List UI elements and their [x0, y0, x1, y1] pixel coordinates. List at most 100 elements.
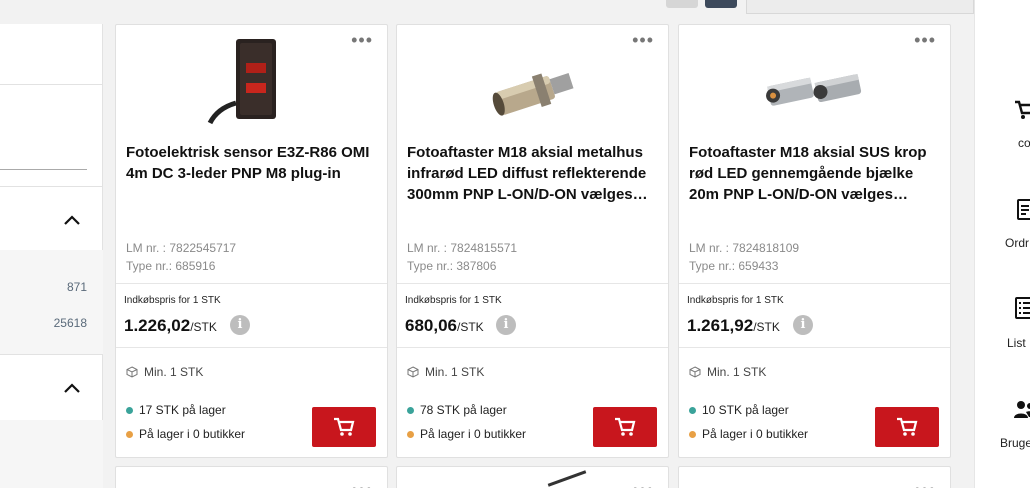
sort-select[interactable] [746, 0, 974, 14]
box-icon [689, 366, 701, 378]
price-unit: /STK [753, 320, 780, 334]
min-order-label: Min. 1 STK [707, 365, 767, 379]
filter-divider [0, 186, 103, 187]
nav-label: co [1018, 136, 1030, 150]
cart-icon [615, 417, 636, 436]
store-dot-icon [689, 430, 696, 438]
type-number: Type nr.: 387806 [407, 259, 497, 273]
filter-options-list [0, 420, 103, 488]
more-options-icon[interactable]: ••• [632, 31, 654, 49]
stock-dot-icon [689, 406, 696, 414]
list-icon [1015, 297, 1030, 319]
filter-divider [0, 354, 103, 355]
product-title[interactable]: Fotoaftaster M18 aksial metalhus infrarø… [407, 142, 662, 205]
min-order-label: Min. 1 STK [144, 365, 204, 379]
price-value: 1.261,92 [687, 316, 754, 335]
product-title[interactable]: Fotoaftaster M18 aksial SUS krop rød LED… [689, 142, 944, 205]
stock-label: 10 STK på lager [702, 403, 789, 417]
lm-number: LM nr. : 7824818109 [689, 241, 800, 255]
stock-dot-icon [407, 406, 414, 414]
type-number: Type nr.: 659433 [689, 259, 779, 273]
users-icon [1014, 401, 1030, 418]
box-icon [407, 366, 419, 378]
cart-icon [897, 417, 918, 436]
min-order-label: Min. 1 STK [425, 365, 485, 379]
product-card[interactable]: ••• [115, 466, 388, 488]
cart-icon [334, 417, 355, 436]
nav-item-lists[interactable]: List [975, 294, 1030, 354]
nav-item-cart[interactable]: co [975, 96, 1030, 156]
price-unit: /STK [457, 320, 484, 334]
price-label: Indkøbspris for 1 STK [687, 295, 784, 306]
filter-option-count: 25618 [53, 316, 87, 330]
product-card[interactable]: ••• Fotoaftaster M18 aksial metalhus inf… [396, 24, 669, 458]
store-stock-label: På lager i 0 butikker [702, 427, 809, 441]
store-stock-status: På lager i 0 butikker [407, 427, 526, 441]
store-stock-status: På lager i 0 butikker [689, 427, 808, 441]
info-icon[interactable]: i [793, 315, 813, 335]
cylindrical-sensor-image[interactable] [483, 33, 583, 129]
product-card[interactable]: ••• [678, 466, 951, 488]
info-icon[interactable]: i [230, 315, 250, 335]
min-order: Min. 1 STK [126, 365, 203, 379]
divider [679, 347, 950, 348]
divider [116, 347, 387, 348]
stock-status: 10 STK på lager [689, 403, 789, 417]
divider [397, 347, 668, 348]
box-icon [126, 366, 138, 378]
cart-icon [1015, 100, 1030, 119]
filter-options-list: 871 25618 [0, 250, 103, 354]
stock-label: 17 STK på lager [139, 403, 226, 417]
nav-item-users[interactable]: Bruge [975, 396, 1030, 456]
store-dot-icon [126, 430, 133, 438]
divider [679, 283, 950, 284]
filter-panel: 871 25618 [0, 24, 103, 488]
price-unit: /STK [190, 320, 217, 334]
type-number: Type nr.: 685916 [126, 259, 216, 273]
min-order: Min. 1 STK [689, 365, 766, 379]
price: 1.261,92/STK [687, 316, 780, 336]
quick-nav-sidebar: co Ordr List Bruge [974, 0, 1030, 488]
product-title[interactable]: Fotoelektrisk sensor E3Z-R86 OMI 4m DC 3… [126, 142, 381, 184]
add-to-cart-button[interactable] [875, 407, 939, 447]
price-value: 1.226,02 [124, 316, 191, 335]
price: 680,06/STK [405, 316, 484, 336]
photoelectric-sensor-image[interactable] [202, 33, 302, 129]
price-label: Indkøbspris for 1 STK [124, 295, 221, 306]
info-icon[interactable]: i [496, 315, 516, 335]
sensor-pair-image[interactable] [765, 33, 865, 129]
nav-label: List [1007, 336, 1026, 350]
stock-dot-icon [126, 406, 133, 414]
stock-label: 78 STK på lager [420, 403, 507, 417]
product-image-partial [547, 470, 587, 487]
filter-option-count: 871 [66, 280, 87, 294]
grid-view-toggle[interactable] [666, 0, 698, 8]
filter-input-underline[interactable] [0, 169, 87, 170]
orders-icon [1017, 199, 1030, 220]
chevron-up-icon[interactable] [62, 210, 82, 230]
lm-number: LM nr. : 7822545717 [126, 241, 237, 255]
nav-label: Ordr [1005, 236, 1029, 250]
divider [116, 283, 387, 284]
product-card[interactable]: ••• Fotoaftaster M18 aksial SUS krop rød… [678, 24, 951, 458]
store-stock-status: På lager i 0 butikker [126, 427, 245, 441]
product-card[interactable]: ••• [396, 466, 669, 488]
list-view-toggle[interactable] [705, 0, 737, 8]
lm-number: LM nr. : 7824815571 [407, 241, 518, 255]
stock-status: 17 STK på lager [126, 403, 226, 417]
nav-item-orders[interactable]: Ordr [975, 196, 1030, 256]
nav-label: Bruge [1000, 436, 1030, 450]
price-label: Indkøbspris for 1 STK [405, 295, 502, 306]
stock-status: 78 STK på lager [407, 403, 507, 417]
store-stock-label: På lager i 0 butikker [420, 427, 527, 441]
filter-divider [0, 84, 103, 85]
more-options-icon[interactable]: ••• [351, 31, 373, 49]
divider [397, 283, 668, 284]
add-to-cart-button[interactable] [312, 407, 376, 447]
price: 1.226,02/STK [124, 316, 217, 336]
add-to-cart-button[interactable] [593, 407, 657, 447]
chevron-up-icon[interactable] [62, 378, 82, 398]
min-order: Min. 1 STK [407, 365, 484, 379]
product-card[interactable]: ••• Fotoelektrisk sensor E3Z-R86 OMI 4m … [115, 24, 388, 458]
more-options-icon[interactable]: ••• [914, 31, 936, 49]
